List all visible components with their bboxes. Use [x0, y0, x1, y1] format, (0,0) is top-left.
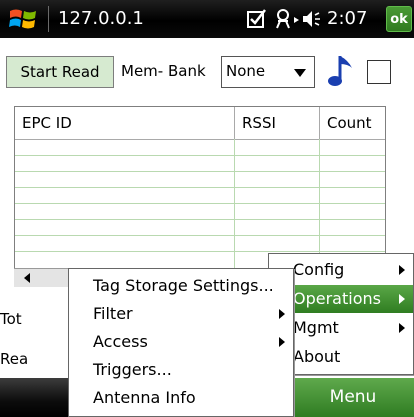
mem-bank-value: None — [226, 62, 266, 80]
music-note-icon[interactable] — [326, 52, 356, 90]
ok-button[interactable]: ok — [386, 6, 412, 32]
column-header-rssi[interactable]: RSSI — [235, 107, 320, 139]
menu-item-label: Tag Storage Settings... — [93, 276, 274, 295]
column-gridline — [234, 139, 235, 285]
title-bar: 127.0.0.1 2:07 ok — [0, 0, 414, 38]
submenu-arrow-icon — [399, 323, 405, 333]
start-read-button[interactable]: Start Read — [6, 56, 114, 88]
submenu-arrow-icon — [399, 294, 405, 304]
table-row — [15, 203, 385, 204]
menu-item-tag-storage-settings[interactable]: Tag Storage Settings... — [69, 272, 293, 300]
table-row — [15, 235, 385, 236]
horizontal-scrollbar[interactable] — [14, 268, 74, 287]
header-divider — [319, 107, 320, 139]
menu-button[interactable]: Menu — [292, 378, 414, 417]
menu-item-label: Operations — [293, 289, 381, 308]
menu-item-label: About — [293, 347, 341, 366]
total-label: Tot — [0, 310, 22, 328]
checkbox[interactable] — [367, 60, 391, 84]
volume-icon[interactable] — [300, 7, 324, 31]
dropdown-arrow-icon[interactable] — [294, 69, 306, 77]
menu-item-filter[interactable]: Filter — [69, 300, 293, 328]
menu-item-label: Config — [293, 260, 345, 279]
notification-icon[interactable] — [246, 7, 268, 31]
clock[interactable]: 2:07 — [327, 8, 367, 29]
menu-item-triggers[interactable]: Triggers... — [69, 356, 293, 384]
header-divider — [234, 107, 235, 139]
windows-start-icon[interactable] — [8, 6, 38, 32]
table-row — [15, 155, 385, 156]
mem-bank-dropdown[interactable]: None — [221, 56, 315, 88]
menu-item-label: Triggers... — [93, 360, 172, 379]
operations-submenu: Tag Storage Settings... Filter Access Tr… — [68, 268, 294, 417]
menu-item-access[interactable]: Access — [69, 328, 293, 356]
table-row — [15, 187, 385, 188]
submenu-arrow-icon — [279, 337, 285, 347]
column-header-count[interactable]: Count — [320, 107, 385, 139]
menu-item-antenna-info[interactable]: Antenna Info — [69, 384, 293, 412]
submenu-arrow-icon — [399, 265, 405, 275]
table-row — [15, 171, 385, 172]
menu-item-label: Filter — [93, 304, 133, 323]
menu-item-label: Access — [93, 332, 148, 351]
read-label: Rea — [0, 350, 29, 368]
window-title: 127.0.0.1 — [58, 8, 144, 29]
submenu-arrow-icon — [279, 309, 285, 319]
menu-item-label: Mgmt — [293, 318, 339, 337]
table-row — [15, 251, 385, 252]
title-separator — [48, 6, 49, 32]
connectivity-icon[interactable] — [274, 7, 302, 31]
table-row — [15, 219, 385, 220]
mem-bank-label: Mem- Bank — [121, 62, 206, 80]
scroll-left-icon[interactable] — [24, 273, 30, 283]
table-header: EPC ID RSSI Count — [15, 107, 385, 140]
menu-item-label: Antenna Info — [93, 388, 196, 407]
column-header-epc-id[interactable]: EPC ID — [15, 107, 235, 139]
